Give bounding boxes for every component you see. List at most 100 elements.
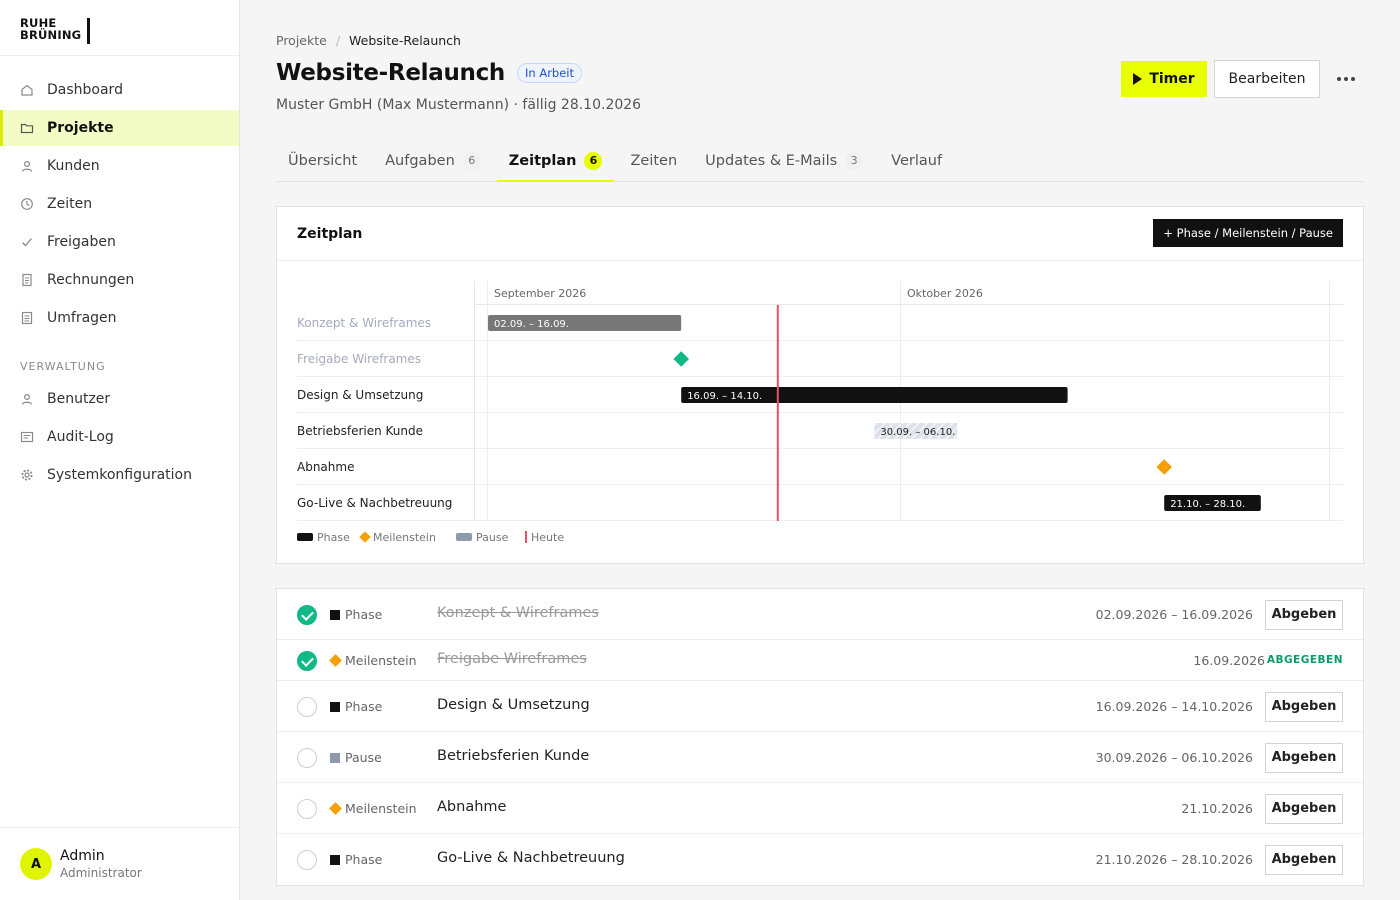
- task-checkbox[interactable]: [297, 696, 317, 717]
- invoice-icon: [20, 273, 34, 287]
- sidebar-item-projekte[interactable]: Projekte: [0, 110, 239, 146]
- breadcrumb-current: Website-Relaunch: [349, 33, 461, 48]
- completed-checkbox[interactable]: [297, 650, 317, 671]
- tab-zeitplan[interactable]: Zeitplan 6: [496, 140, 615, 182]
- task-type-label: Meilenstein: [345, 800, 417, 816]
- gantt-month-label: September 2026: [494, 287, 586, 300]
- gantt-row-label: Design & Umsetzung: [297, 388, 423, 402]
- tab-uebersicht[interactable]: Übersicht: [276, 140, 369, 181]
- sidebar-item-zeiten[interactable]: Zeiten: [0, 186, 239, 222]
- log-icon: [20, 430, 34, 444]
- submitted-status: ABGEGEBEN: [1266, 653, 1343, 666]
- tab-updates-emails[interactable]: Updates & E-Mails 3: [693, 140, 875, 181]
- task-name: Abnahme: [437, 798, 507, 815]
- schedule-card-header: Zeitplan + Phase / Meilenstein / Pause: [277, 207, 1363, 261]
- sidebar-item-audit-log[interactable]: Audit-Log: [0, 419, 239, 455]
- legend-today-label: Heute: [531, 531, 564, 544]
- tab-count: 6: [462, 151, 481, 170]
- phase-type-icon: [330, 701, 340, 712]
- logo-bar: [87, 18, 90, 44]
- legend-phase-label: Phase: [317, 531, 350, 544]
- tab-count: 6: [584, 151, 603, 170]
- nav-section-admin: VERWALTUNG: [20, 360, 106, 373]
- legend-pause-label: Pause: [476, 531, 509, 544]
- sidebar-item-label: Kunden: [47, 158, 100, 174]
- legend-today-swatch: [525, 531, 527, 543]
- tab-aufgaben[interactable]: Aufgaben 6: [373, 140, 493, 181]
- milestone-type-icon: [329, 653, 342, 667]
- tab-verlauf[interactable]: Verlauf: [879, 140, 954, 181]
- sidebar-item-label: Zeiten: [47, 196, 93, 212]
- sidebar-item-systemkonfiguration[interactable]: Systemkonfiguration: [0, 457, 239, 493]
- schedule-card: September 2026 Oktober 2026 Konzept & Wire…: [276, 206, 1364, 564]
- logo[interactable]: RUHE BRÜNING: [0, 0, 239, 56]
- tab-zeiten[interactable]: Zeiten: [618, 140, 689, 181]
- clock-icon: [20, 197, 34, 211]
- milestone-type-icon: [329, 801, 342, 815]
- submit-button[interactable]: Abgeben: [1265, 793, 1343, 824]
- schedule-task-row: Meilenstein Abnahme 21.10.2026 Abgeben: [277, 783, 1363, 834]
- phase-type-icon: [330, 609, 340, 620]
- timer-button[interactable]: Timer: [1121, 61, 1207, 97]
- phase-type-icon: [330, 854, 340, 865]
- sidebar-item-benutzer[interactable]: Benutzer: [0, 381, 239, 417]
- submit-button[interactable]: Abgeben: [1265, 599, 1343, 630]
- task-type-label: Phase: [345, 851, 383, 867]
- task-checkbox[interactable]: [297, 849, 317, 870]
- sidebar-item-rechnungen[interactable]: Rechnungen: [0, 262, 239, 298]
- more-icon: [1337, 77, 1341, 81]
- user-icon: [20, 392, 34, 406]
- avatar: A: [20, 848, 52, 880]
- sidebar-item-umfragen[interactable]: Umfragen: [0, 300, 239, 336]
- gantt-row-label: Konzept & Wireframes: [297, 316, 431, 330]
- task-name: Freigabe Wireframes: [437, 650, 587, 667]
- folder-icon: [20, 121, 34, 135]
- gantt-bar-label: 21.10. – 28.10.: [1170, 499, 1245, 510]
- task-date: 02.09.2026 – 16.09.2026: [1095, 606, 1253, 622]
- schedule-task-list: Phase Konzept & Wireframes 02.09.2026 – 16…: [276, 588, 1364, 886]
- sidebar-item-kunden[interactable]: Kunden: [0, 148, 239, 184]
- sidebar: RUHE BRÜNING Dashboard Projekte Kunden Ze…: [0, 0, 240, 900]
- breadcrumb-separator: /: [335, 33, 341, 48]
- submit-button[interactable]: Abgeben: [1265, 742, 1343, 773]
- project-tabs: Übersicht Aufgaben 6 Zeitplan 6 Zeiten Upd…: [276, 140, 1364, 182]
- sidebar-item-label: Projekte: [47, 120, 114, 136]
- sidebar-item-label: Umfragen: [47, 310, 117, 326]
- task-checkbox[interactable]: [297, 747, 317, 768]
- sidebar-item-label: Benutzer: [47, 391, 111, 407]
- title-row: Website-Relaunch In Arbeit: [276, 60, 583, 86]
- edit-button[interactable]: Bearbeiten: [1214, 60, 1320, 98]
- gantt-month-label: Oktober 2026: [907, 287, 983, 300]
- submit-button[interactable]: Abgeben: [1265, 691, 1343, 722]
- home-icon: [20, 83, 34, 97]
- current-user[interactable]: A Admin Administrator: [0, 827, 239, 900]
- breadcrumb: Projekte / Website-Relaunch: [276, 33, 461, 48]
- task-name: Go-Live & Nachbetreuung: [437, 849, 625, 866]
- page-title: Website-Relaunch: [276, 60, 505, 86]
- task-type-label: Phase: [345, 606, 383, 622]
- gantt-row-label: Abnahme: [297, 460, 354, 474]
- timer-button-label: Timer: [1149, 71, 1195, 87]
- task-date: 21.10.2026 – 28.10.2026: [1095, 851, 1253, 867]
- task-type-label: Phase: [345, 698, 383, 714]
- breadcrumb-link-projekte[interactable]: Projekte: [276, 33, 327, 48]
- task-checkbox[interactable]: [297, 798, 317, 819]
- sidebar-item-dashboard[interactable]: Dashboard: [0, 72, 239, 108]
- pause-type-icon: [330, 752, 340, 763]
- user-icon: [20, 159, 34, 173]
- add-phase-button[interactable]: + Phase / Meilenstein / Pause: [1153, 219, 1343, 247]
- schedule-title: Zeitplan: [297, 226, 363, 242]
- play-icon: [1133, 73, 1143, 85]
- main-nav: Dashboard Projekte Kunden Zeiten Freigab…: [0, 56, 239, 493]
- submit-button[interactable]: Abgeben: [1265, 844, 1343, 875]
- sidebar-item-label: Dashboard: [47, 82, 123, 98]
- schedule-task-row: Phase Go-Live & Nachbetreuung 21.10.2026 –…: [277, 834, 1363, 885]
- more-options-button[interactable]: [1330, 66, 1362, 92]
- gantt-row-label: Freigabe Wireframes: [297, 352, 421, 366]
- check-icon: [20, 235, 34, 249]
- gantt-milestone-diamond: [1156, 459, 1172, 475]
- gantt-bar-label: 02.09. – 16.09.: [494, 319, 569, 330]
- completed-checkbox[interactable]: [297, 604, 317, 625]
- user-name: Admin: [60, 848, 105, 864]
- sidebar-item-freigaben[interactable]: Freigaben: [0, 224, 239, 260]
